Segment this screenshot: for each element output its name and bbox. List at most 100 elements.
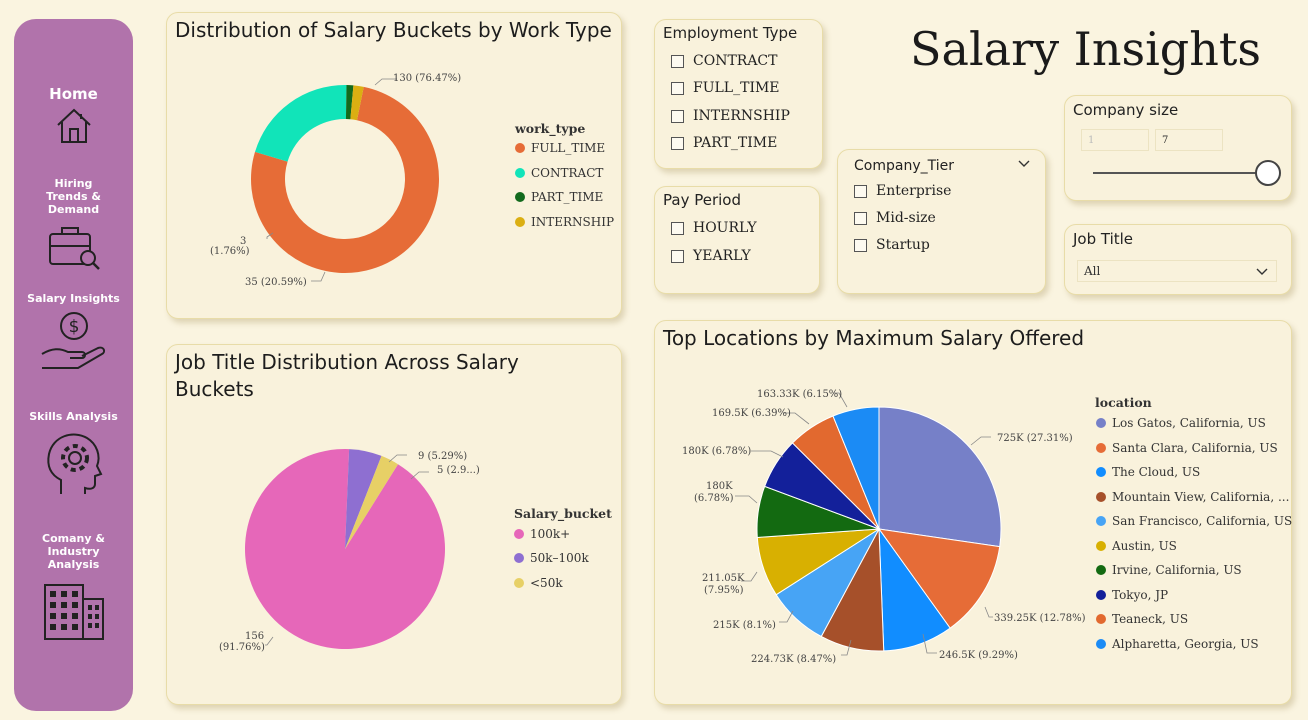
- legend-label: CONTRACT: [531, 166, 604, 180]
- checkbox[interactable]: [671, 136, 684, 150]
- legend-item[interactable]: San Francisco, California, US: [1096, 514, 1292, 528]
- checkbox[interactable]: [671, 221, 684, 235]
- option-full-time[interactable]: FULL_TIME: [671, 80, 780, 96]
- label-santa-clara: 339.25K (12.78%): [994, 613, 1086, 624]
- label-los-gatos: 725K (27.31%): [997, 433, 1073, 444]
- legend-swatch: [1096, 467, 1106, 477]
- company-size-slicer: Company size 1 7: [1064, 95, 1292, 201]
- legend-item[interactable]: Los Gatos, California, US: [1096, 416, 1266, 430]
- legend-label: 50k–100k: [530, 551, 589, 565]
- label-alpharetta: 163.33K (6.15%): [757, 389, 842, 400]
- legend-swatch: [514, 529, 524, 539]
- option-label: FULL_TIME: [693, 80, 780, 96]
- option-part-time[interactable]: PART_TIME: [671, 135, 777, 151]
- label-irvine-a: 180K: [706, 481, 733, 492]
- company-size-min-input[interactable]: 1: [1081, 129, 1149, 151]
- legend-item[interactable]: The Cloud, US: [1096, 465, 1200, 479]
- nav-skills-analysis[interactable]: Skills Analysis: [14, 410, 133, 498]
- legend-item[interactable]: CONTRACT: [515, 166, 603, 180]
- legend-item[interactable]: Mountain View, California, ...: [1096, 490, 1289, 504]
- legend-swatch: [514, 578, 524, 588]
- job-title-dropdown[interactable]: All: [1077, 260, 1277, 282]
- checkbox[interactable]: [671, 109, 684, 123]
- legend-item[interactable]: 100k+: [514, 527, 570, 541]
- chevron-down-icon: [1256, 268, 1268, 275]
- legend-label: Santa Clara, California, US: [1112, 440, 1278, 455]
- checkbox[interactable]: [854, 211, 867, 225]
- label-irvine-b: (6.78%): [694, 493, 734, 504]
- label-tokyo: 180K (6.78%): [682, 446, 751, 457]
- legend-swatch: [515, 192, 525, 202]
- home-icon: [56, 108, 91, 143]
- legend-item[interactable]: Santa Clara, California, US: [1096, 441, 1278, 455]
- pie-slice-contract[interactable]: [255, 85, 347, 162]
- company-size-slider-track[interactable]: [1093, 172, 1265, 174]
- job-title-chart-card: Job Title Distribution Across Salary Buc…: [166, 344, 622, 705]
- label-the-cloud: 246.5K (9.29%): [939, 650, 1018, 661]
- nav-company-industry-label: Comany & Industry Analysis: [42, 532, 105, 571]
- legend-swatch: [514, 553, 524, 563]
- label-100k-plus-a: 156: [245, 631, 264, 642]
- label-full-time: 130 (76.47%): [393, 73, 461, 84]
- svg-text:$: $: [68, 317, 79, 337]
- job-title-slicer-title: Job Title: [1073, 230, 1134, 248]
- label-internship-b: (1.76%): [210, 246, 250, 257]
- option-hourly[interactable]: HOURLY: [671, 220, 757, 236]
- checkbox[interactable]: [854, 238, 867, 252]
- legend-item[interactable]: <50k: [514, 576, 563, 590]
- label-under-50k: 5 (2.9...): [437, 465, 480, 476]
- nav-home[interactable]: Home: [14, 85, 133, 145]
- legend-label: Austin, US: [1112, 538, 1177, 553]
- legend-item[interactable]: Irvine, California, US: [1096, 563, 1242, 577]
- option-label: Enterprise: [876, 183, 952, 199]
- option-internship[interactable]: INTERNSHIP: [671, 108, 790, 124]
- option-enterprise[interactable]: Enterprise: [854, 183, 951, 199]
- option-label: INTERNSHIP: [693, 108, 790, 124]
- legend-item[interactable]: Austin, US: [1096, 539, 1177, 553]
- nav-salary-insights[interactable]: Salary Insights $: [14, 292, 133, 374]
- company-tier-slicer: Company_Tier Enterprise Mid-size Startup: [837, 149, 1046, 294]
- checkbox[interactable]: [671, 249, 684, 263]
- chevron-down-icon[interactable]: [1018, 160, 1030, 168]
- option-mid-size[interactable]: Mid-size: [854, 210, 936, 226]
- legend-label: Alpharetta, Georgia, US: [1112, 636, 1259, 651]
- company-tier-title: Company_Tier: [854, 158, 954, 174]
- nav-hiring-trends-label: Hiring Trends & Demand: [46, 177, 101, 216]
- checkbox[interactable]: [854, 184, 867, 198]
- legend-item[interactable]: FULL_TIME: [515, 141, 605, 155]
- checkbox[interactable]: [671, 81, 684, 95]
- option-contract[interactable]: CONTRACT: [671, 53, 777, 69]
- nav-hiring-trends[interactable]: Hiring Trends & Demand: [14, 177, 133, 274]
- location-legend-title: location: [1095, 395, 1152, 410]
- label-austin-b: (7.95%): [704, 585, 744, 596]
- legend-swatch: [1096, 516, 1106, 526]
- legend-item[interactable]: 50k–100k: [514, 551, 589, 565]
- company-size-max-input[interactable]: 7: [1155, 129, 1223, 151]
- sidebar-nav: Home Hiring Trends & Demand Salary Insig…: [14, 19, 133, 711]
- legend-swatch: [1096, 442, 1106, 453]
- legend-item[interactable]: Teaneck, US: [1096, 612, 1188, 626]
- legend-swatch: [1096, 540, 1106, 551]
- legend-item[interactable]: Alpharetta, Georgia, US: [1096, 637, 1259, 651]
- location-chart-card: Top Locations by Maximum Salary Offered …: [654, 320, 1292, 705]
- label-austin-a: 211.05K: [702, 573, 745, 584]
- work-type-chart-card: Distribution of Salary Buckets by Work T…: [166, 12, 622, 319]
- pie-slice-los-gatos-california-us[interactable]: [878, 406, 1002, 548]
- label-mountain-view: 224.73K (8.47%): [751, 654, 836, 665]
- nav-company-industry[interactable]: Comany & Industry Analysis: [14, 532, 133, 643]
- legend-item[interactable]: Tokyo, JP: [1096, 588, 1168, 602]
- option-yearly[interactable]: YEARLY: [671, 248, 751, 264]
- legend-label: PART_TIME: [531, 190, 604, 204]
- company-size-slider-handle[interactable]: [1255, 160, 1281, 186]
- legend-label: Los Gatos, California, US: [1112, 416, 1266, 430]
- legend-label: INTERNSHIP: [531, 215, 615, 229]
- label-50k-100k: 9 (5.29%): [418, 451, 467, 462]
- legend-item[interactable]: INTERNSHIP: [515, 215, 614, 229]
- legend-label: Tokyo, JP: [1112, 587, 1169, 602]
- option-startup[interactable]: Startup: [854, 237, 930, 253]
- nav-skills-analysis-label: Skills Analysis: [29, 410, 118, 423]
- work-type-legend-title: work_type: [515, 121, 586, 136]
- option-label: YEARLY: [693, 248, 751, 264]
- checkbox[interactable]: [671, 54, 684, 68]
- legend-item[interactable]: PART_TIME: [515, 190, 603, 204]
